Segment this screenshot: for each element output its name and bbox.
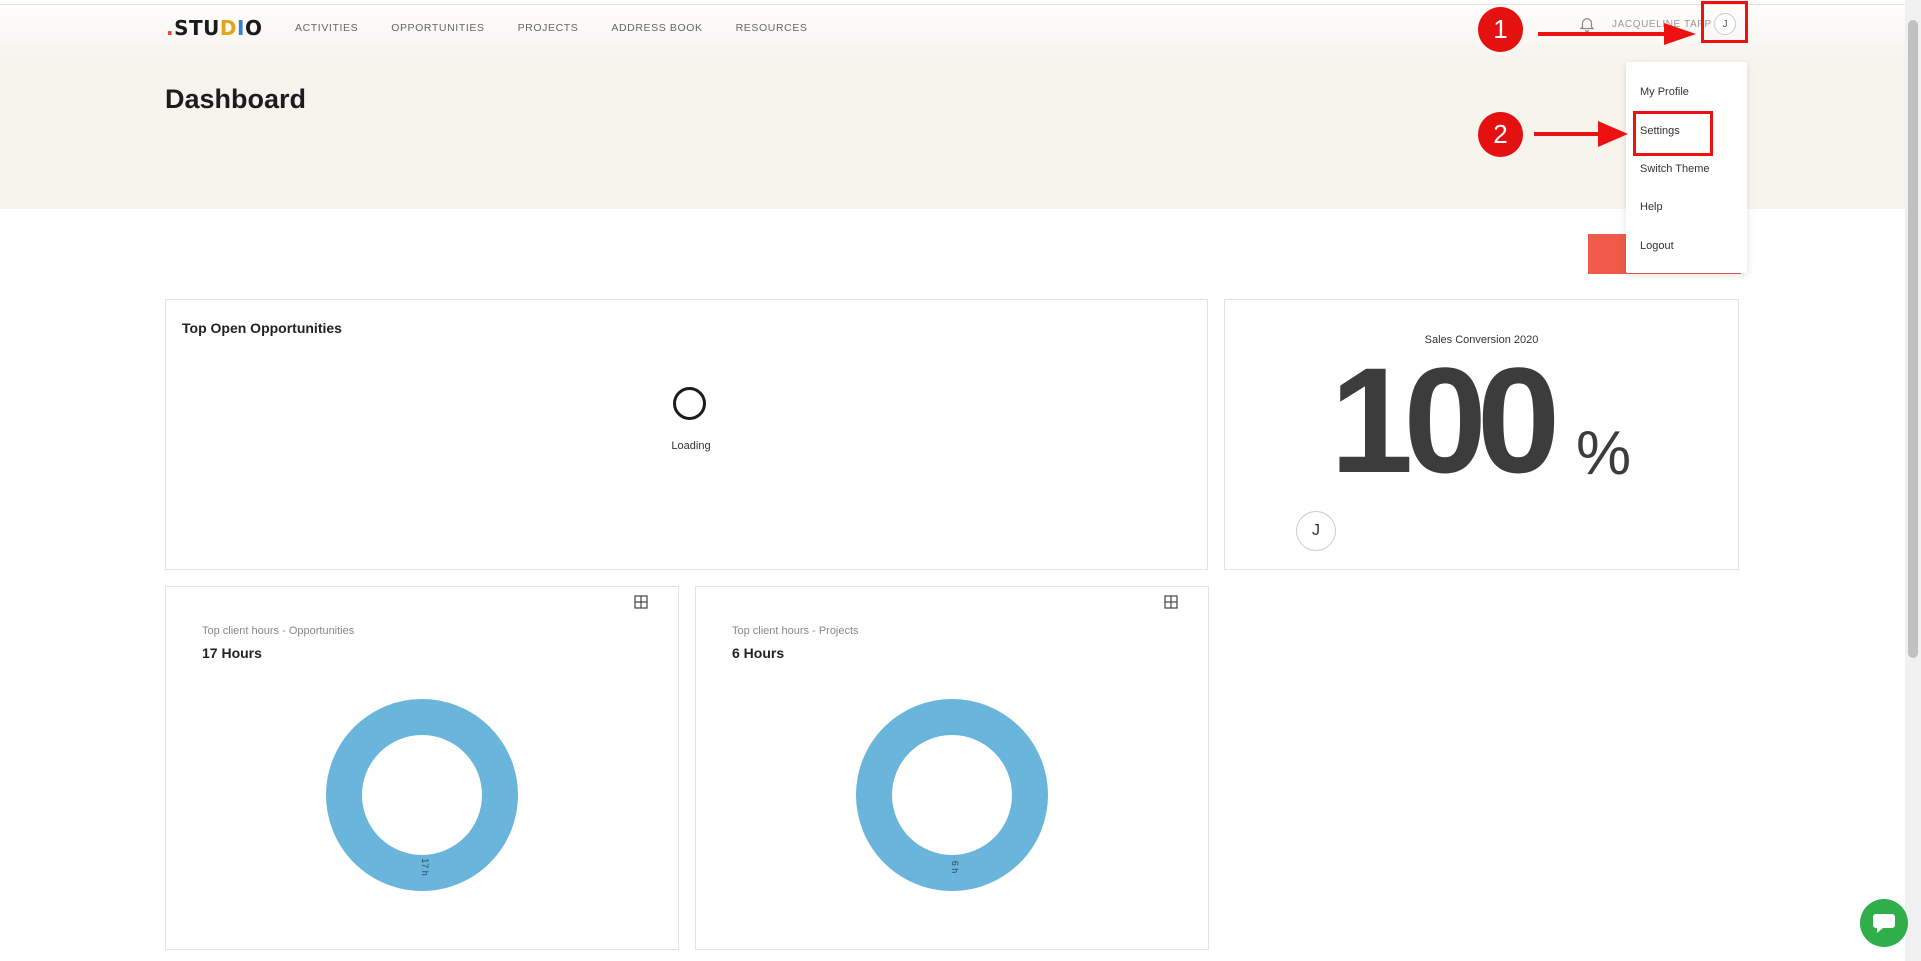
donut-chart: 17 h (326, 699, 518, 891)
scrollbar-thumb[interactable] (1908, 20, 1918, 658)
chat-bubble-icon (1873, 914, 1895, 933)
segment-label: 17 h (420, 858, 430, 876)
menu-item-my-profile[interactable]: My Profile (1640, 86, 1689, 98)
nav-resources[interactable]: RESOURCES (736, 22, 808, 34)
card-title: Top Open Opportunities (182, 320, 342, 336)
loading-text: Loading (671, 440, 711, 452)
nav-projects[interactable]: PROJECTS (518, 22, 579, 34)
arrow-right-icon (1538, 23, 1696, 45)
highlight-settings-box (1633, 111, 1713, 156)
client-hours-opportunities-card: Top client hours - Opportunities 17 Hour… (165, 586, 679, 950)
conversion-unit: % (1576, 419, 1632, 488)
top-open-opportunities-card: Top Open Opportunities Loading (165, 299, 1208, 570)
donut-chart: 6 h (856, 699, 1048, 891)
total-hours: 6 Hours (732, 645, 785, 661)
chart-subtitle: Top client hours - Opportunities (202, 625, 355, 637)
client-hours-projects-card: Top client hours - Projects 6 Hours 6 h (695, 586, 1209, 950)
chat-button[interactable] (1860, 899, 1908, 947)
donut-segment (856, 699, 1048, 891)
chart-subtitle: Top client hours - Projects (732, 625, 859, 637)
segment-label: 6 h (950, 861, 960, 874)
studio-logo[interactable]: .STUDIO (166, 16, 262, 40)
menu-item-help[interactable]: Help (1640, 201, 1663, 213)
main-nav: ACTIVITIES OPPORTUNITIES PROJECTS ADDRES… (295, 22, 808, 34)
page-title: Dashboard (165, 84, 307, 114)
step-1-badge: 1 (1478, 7, 1523, 52)
user-avatar: J (1296, 511, 1336, 551)
step-2-badge: 2 (1478, 112, 1523, 157)
donut-segment (326, 699, 518, 891)
arrow-right-icon (1534, 121, 1628, 147)
conversion-value: 100 (1330, 336, 1560, 504)
highlight-avatar-box (1701, 1, 1748, 43)
loading-spinner-icon (673, 387, 706, 420)
table-view-icon[interactable] (1164, 595, 1178, 609)
menu-item-logout[interactable]: Logout (1640, 240, 1674, 252)
top-divider (0, 4, 1905, 5)
nav-activities[interactable]: ACTIVITIES (295, 22, 358, 34)
user-menu-dropdown: My Profile Settings Switch Theme Help Lo… (1626, 62, 1747, 273)
nav-opportunities[interactable]: OPPORTUNITIES (391, 22, 484, 34)
nav-address-book[interactable]: ADDRESS BOOK (611, 22, 702, 34)
table-view-icon[interactable] (634, 595, 648, 609)
sales-conversion-card: Sales Conversion 2020 100 % J (1224, 299, 1739, 570)
total-hours: 17 Hours (202, 645, 262, 661)
menu-item-switch-theme[interactable]: Switch Theme (1640, 163, 1710, 175)
